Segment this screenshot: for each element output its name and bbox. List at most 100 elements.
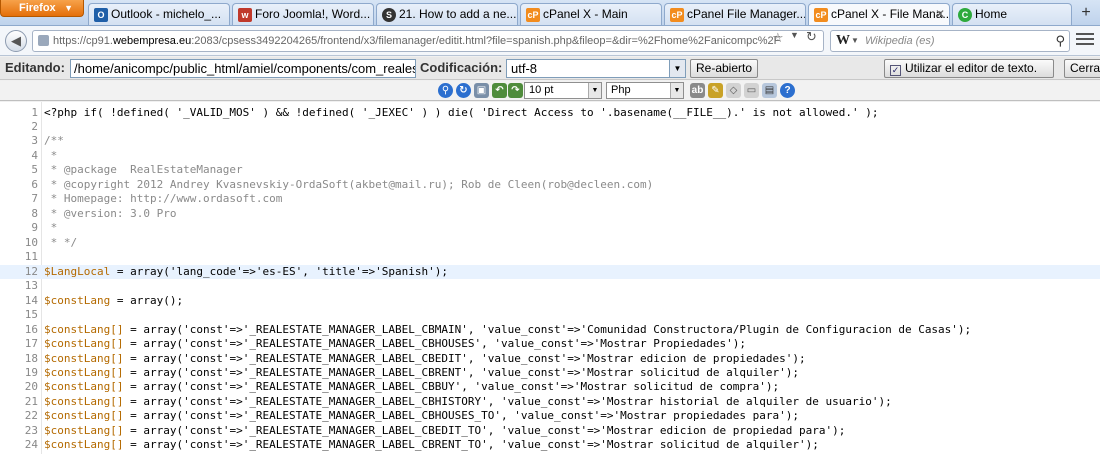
- wand-icon[interactable]: ✎: [708, 83, 723, 98]
- code-line[interactable]: 21 $constLang[] = array('const'=>'_REALES…: [0, 395, 1100, 409]
- navigation-bar: ◀ https://cp91.webempresa.eu:2083/cpsess…: [0, 26, 1100, 56]
- line-number: 18: [24, 352, 38, 365]
- search-replace-icon[interactable]: ⚲: [438, 83, 453, 98]
- code-text: /**: [44, 134, 64, 147]
- code-line[interactable]: 13: [0, 279, 1100, 293]
- code-line[interactable]: 11: [0, 250, 1100, 264]
- chevron-down-icon: ▼: [588, 83, 601, 98]
- code-text: $constLang[] = array('const'=>'_REALESTA…: [44, 323, 972, 336]
- editor-toolbar: ⚲ ↻ ▣ ↶ ↷ 10 pt ▼ Php ▼ ab ✎ ◇ ▭ ▤ ?: [0, 81, 1100, 101]
- line-number: 6: [31, 178, 38, 191]
- search-icon[interactable]: ⚲: [1055, 31, 1065, 51]
- cpanel-icon: cP: [814, 8, 828, 22]
- file-path-field[interactable]: /home/anicompc/public_html/amiel/compone…: [70, 59, 416, 78]
- code-line[interactable]: 2: [0, 120, 1100, 134]
- syntax-select[interactable]: Php ▼: [606, 82, 684, 99]
- tab-label: cPanel File Manager...: [687, 7, 806, 21]
- code-line[interactable]: 23 $constLang[] = array('const'=>'_REALES…: [0, 424, 1100, 438]
- line-number: 24: [24, 438, 38, 451]
- toggle-editor-icon[interactable]: ▤: [762, 83, 777, 98]
- font-size-select[interactable]: 10 pt ▼: [524, 82, 602, 99]
- reset-icon[interactable]: ▭: [744, 83, 759, 98]
- line-number: 13: [24, 279, 38, 292]
- url-dropdown-icon[interactable]: ▼: [790, 30, 799, 40]
- line-number: 10: [24, 236, 38, 249]
- reopen-button[interactable]: Re-abierto: [690, 59, 759, 78]
- code-line[interactable]: 22 $constLang[] = array('const'=>'_REALES…: [0, 409, 1100, 423]
- code-text: $constLang = array();: [44, 294, 184, 307]
- line-number: 3: [31, 134, 38, 147]
- syntax-value: Php: [611, 84, 631, 96]
- line-number: 2: [31, 120, 38, 133]
- tab-cpanel-file-manager[interactable]: cP cPanel File Manager...: [664, 3, 806, 25]
- code-line[interactable]: 7 * Homepage: http://www.ordasoft.com: [0, 192, 1100, 206]
- use-text-editor-button[interactable]: ✓ Utilizar el editor de texto.: [884, 59, 1054, 78]
- tab-label: 21. How to add a ne...: [399, 7, 517, 21]
- search-bar[interactable]: W ▼ Wikipedia (es) ⚲: [830, 30, 1070, 52]
- line-number: 16: [24, 323, 38, 336]
- tab-outlook[interactable]: O Outlook - michelo_...: [88, 3, 230, 25]
- encoding-select[interactable]: utf-8 ▼: [506, 59, 686, 78]
- cpanel-icon: cP: [670, 8, 684, 22]
- code-line[interactable]: 18 $constLang[] = array('const'=>'_REALES…: [0, 352, 1100, 366]
- tab-cpanel-file-manager-active[interactable]: cP cPanel X - File Mana... ✕: [808, 3, 950, 25]
- code-line[interactable]: 15: [0, 308, 1100, 322]
- help-icon[interactable]: ?: [780, 83, 795, 98]
- code-text: $constLang[] = array('const'=>'_REALESTA…: [44, 395, 892, 408]
- code-line[interactable]: 8 * @version: 3.0 Pro: [0, 207, 1100, 221]
- wordpress-icon: w: [238, 8, 252, 22]
- code-line[interactable]: 14 $constLang = array();: [0, 294, 1100, 308]
- eraser-icon[interactable]: ◇: [726, 83, 741, 98]
- lock-icon: [38, 35, 49, 46]
- line-number: 19: [24, 366, 38, 379]
- tab-home[interactable]: C Home: [952, 3, 1072, 25]
- bookmark-star-icon[interactable]: ☆: [772, 30, 784, 46]
- redo-icon[interactable]: ↷: [508, 83, 523, 98]
- code-line[interactable]: 4 *: [0, 149, 1100, 163]
- search-engine-dropdown-icon[interactable]: ▼: [851, 31, 859, 51]
- url-bar[interactable]: https://cp91.webempresa.eu:2083/cpsess34…: [32, 30, 824, 52]
- code-line[interactable]: 19 $constLang[] = array('const'=>'_REALES…: [0, 366, 1100, 380]
- new-tab-button[interactable]: +: [1076, 5, 1096, 23]
- tab-how-to-add[interactable]: S 21. How to add a ne...: [376, 3, 518, 25]
- line-number: 11: [24, 250, 38, 263]
- code-line[interactable]: 5 * @package RealEstateManager: [0, 163, 1100, 177]
- code-line[interactable]: 9 *: [0, 221, 1100, 235]
- highlight-icon[interactable]: ab: [690, 83, 705, 98]
- fullscreen-icon[interactable]: ▣: [474, 83, 489, 98]
- close-button[interactable]: Cerrar: [1064, 59, 1100, 78]
- code-line[interactable]: 20 $constLang[] = array('const'=>'_REALES…: [0, 380, 1100, 394]
- code-text: * @version: 3.0 Pro: [44, 207, 177, 220]
- outlook-icon: O: [94, 8, 108, 22]
- search-placeholder: Wikipedia (es): [865, 35, 935, 47]
- code-editor[interactable]: 1 <?php if( !defined( '_VALID_MOS' ) && !…: [0, 102, 1100, 454]
- code-text: * */: [44, 236, 78, 249]
- tab-cpanel-main[interactable]: cP cPanel X - Main: [520, 3, 662, 25]
- code-line[interactable]: 12 $LangLocal = array('lang_code'=>'es-ES…: [0, 265, 1100, 279]
- code-text: $constLang[] = array('const'=>'_REALESTA…: [44, 424, 846, 437]
- code-line[interactable]: 1 <?php if( !defined( '_VALID_MOS' ) && !…: [0, 106, 1100, 120]
- code-line[interactable]: 6 * @copyright 2012 Andrey Kvasnevskiy-O…: [0, 178, 1100, 192]
- tab-foro-joomla[interactable]: w Foro Joomla!, Word...: [232, 3, 374, 25]
- line-number: 1: [31, 106, 38, 119]
- code-text: $constLang[] = array('const'=>'_REALESTA…: [44, 366, 799, 379]
- code-line[interactable]: 3 /**: [0, 134, 1100, 148]
- code-line[interactable]: 10 * */: [0, 236, 1100, 250]
- wikipedia-icon[interactable]: W: [836, 31, 850, 51]
- code-line[interactable]: 16 $constLang[] = array('const'=>'_REALES…: [0, 323, 1100, 337]
- line-number: 5: [31, 163, 38, 176]
- menu-icon[interactable]: [1076, 33, 1094, 49]
- back-button[interactable]: ◀: [5, 30, 27, 52]
- line-number: 12: [24, 265, 38, 278]
- go-to-line-icon[interactable]: ↻: [456, 83, 471, 98]
- code-text: $constLang[] = array('const'=>'_REALESTA…: [44, 352, 806, 365]
- firefox-menu-button[interactable]: Firefox ▼: [0, 0, 84, 17]
- reload-icon[interactable]: ↻: [806, 29, 817, 45]
- code-line[interactable]: 17 $constLang[] = array('const'=>'_REALES…: [0, 337, 1100, 351]
- code-text: * @copyright 2012 Andrey Kvasnevskiy-Ord…: [44, 178, 654, 191]
- url-path: :2083/cpsess3492204265/frontend/x3/filem…: [191, 35, 781, 47]
- undo-icon[interactable]: ↶: [492, 83, 507, 98]
- close-icon[interactable]: ✕: [935, 4, 945, 25]
- code-line[interactable]: 24 $constLang[] = array('const'=>'_REALES…: [0, 438, 1100, 452]
- line-number: 15: [24, 308, 38, 321]
